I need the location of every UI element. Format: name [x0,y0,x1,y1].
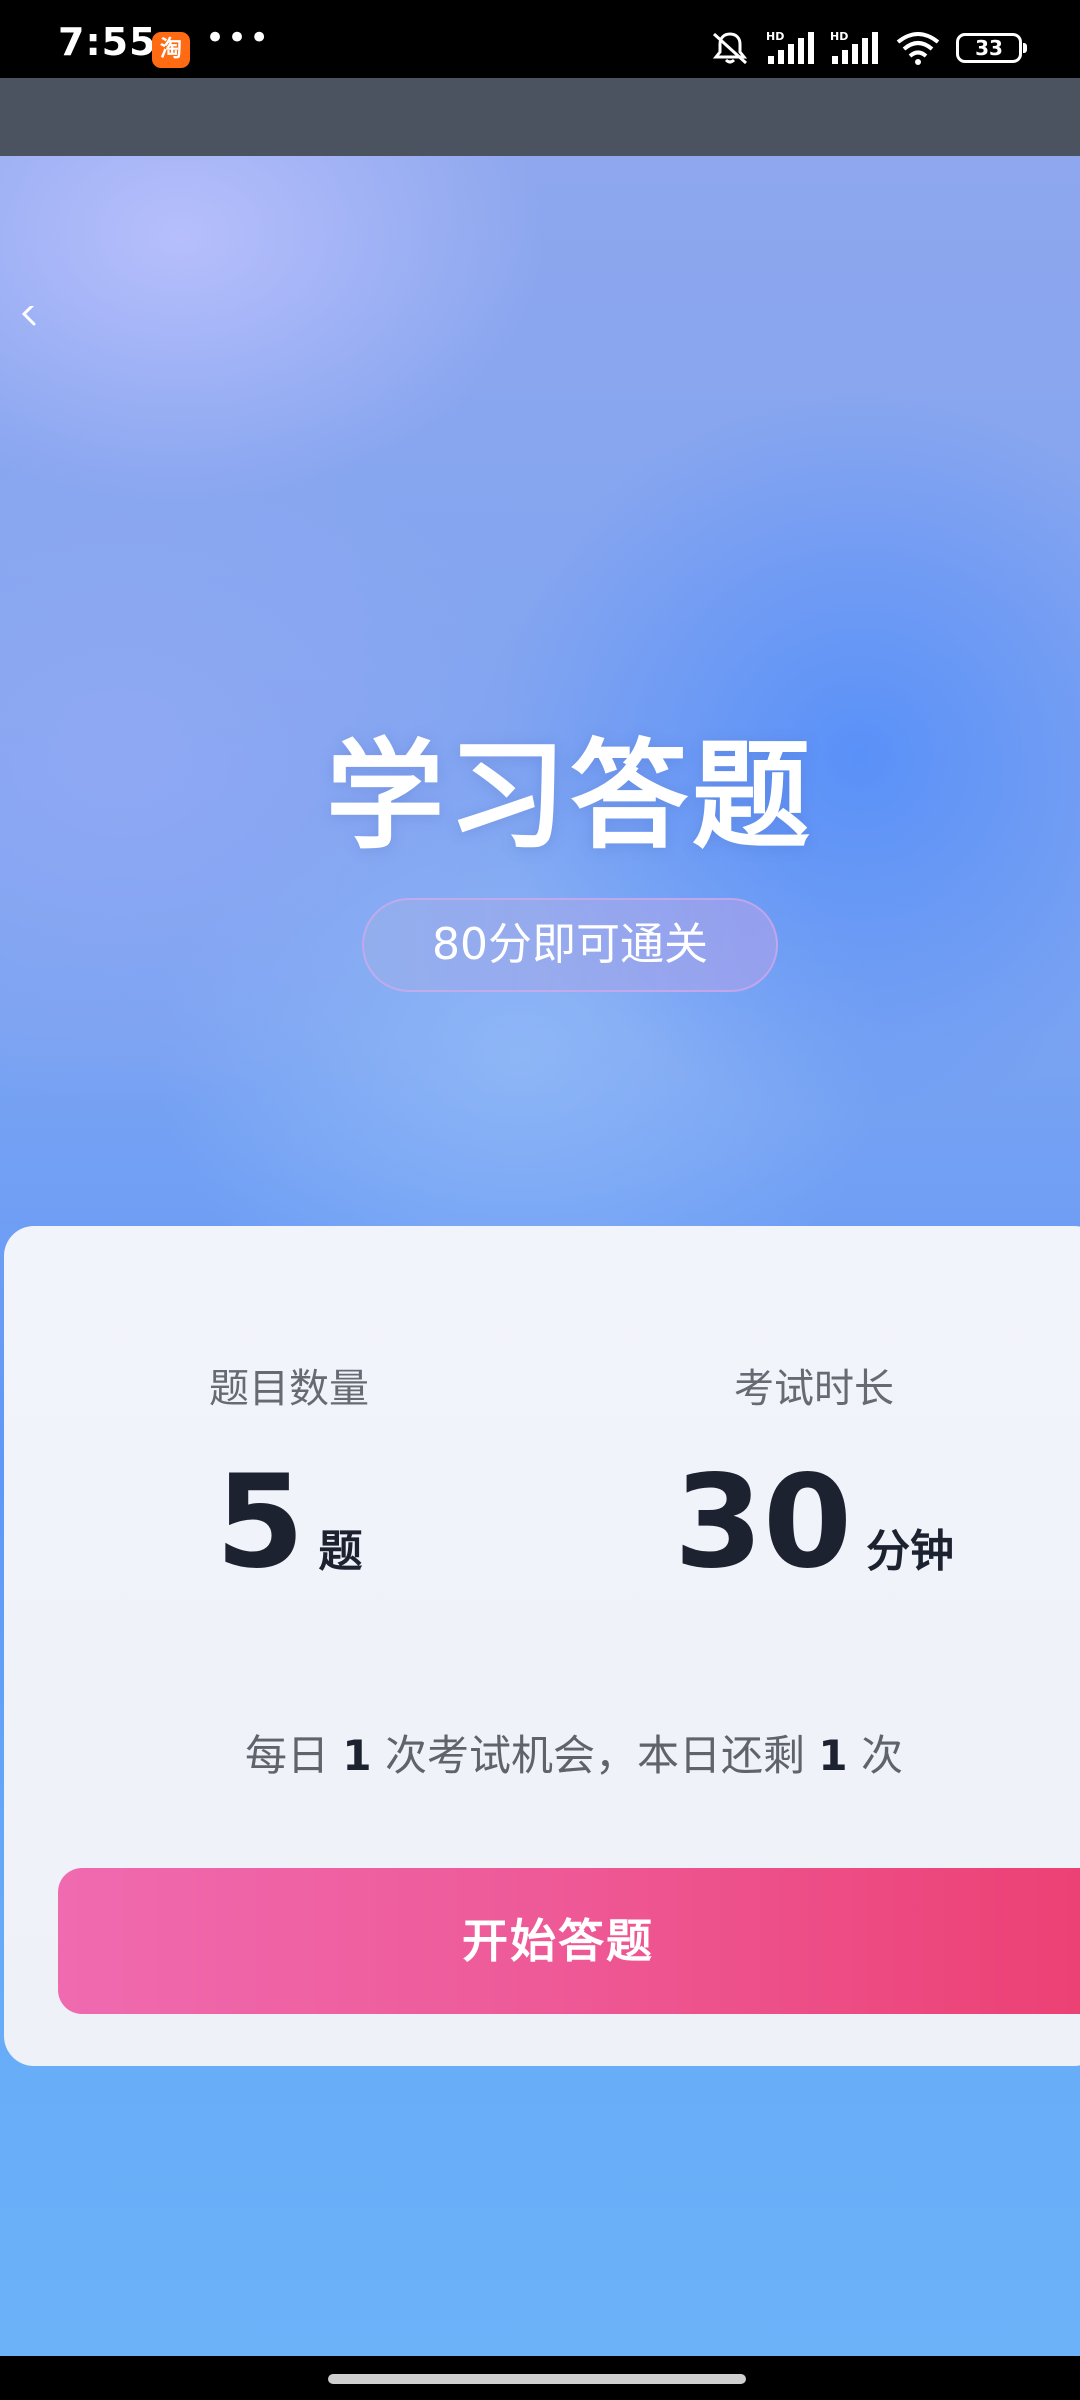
exam-duration-value-row: 30 分钟 [564,1448,1064,1597]
header-band [0,78,1080,156]
daily-note-prefix: 每日 [245,1731,330,1780]
system-nav-bar [0,2356,1080,2400]
more-notifications-icon: ••• [205,18,272,58]
mute-icon [708,30,752,66]
exam-info-card: 题目数量 5 题 考试时长 30 分钟 每日 1 次考试机会，本日还剩 1 次 … [4,1226,1080,2066]
status-bar: 7:55 淘 ••• HD HD 33 [0,0,1080,78]
question-count-unit: 题 [318,1526,363,1577]
daily-note-middle: 次考试机会，本日还剩 [384,1731,805,1780]
status-time: 7:55 [58,20,157,64]
question-count-value: 5 [215,1448,305,1597]
pass-condition-badge: 80分即可通关 [362,898,778,992]
start-quiz-label: 开始答题 [462,1914,654,1968]
daily-attempts-note: 每日 1 次考试机会，本日还剩 1 次 [64,1722,1080,1783]
exam-duration-unit: 分钟 [866,1526,955,1577]
remaining-times-value: 1 [818,1731,848,1780]
status-icons: HD HD 33 [708,28,1027,68]
question-count-label: 题目数量 [209,1366,369,1412]
wifi-icon [894,30,942,66]
question-count-value-row: 5 题 [94,1448,484,1597]
page-title: 学习答题 [325,727,814,865]
signal-hd-icon: HD [830,30,880,66]
daily-times-value: 1 [342,1731,372,1780]
taobao-app-icon: 淘 [152,32,190,68]
battery-icon: 33 [956,33,1027,63]
start-quiz-button[interactable]: 开始答题 [58,1868,1080,2014]
exam-duration-value: 30 [673,1448,853,1597]
signal-hd-icon: HD [766,30,816,66]
screen: 7:55 淘 ••• HD HD 33 学习答题 80分即可通关 题目数量 5 … [0,0,1080,2400]
back-icon[interactable] [18,306,40,328]
svg-text:HD: HD [830,30,848,43]
daily-note-suffix: 次 [860,1731,903,1780]
exam-duration-label: 考试时长 [734,1366,894,1412]
svg-text:HD: HD [766,30,784,43]
home-indicator[interactable] [328,2374,746,2384]
